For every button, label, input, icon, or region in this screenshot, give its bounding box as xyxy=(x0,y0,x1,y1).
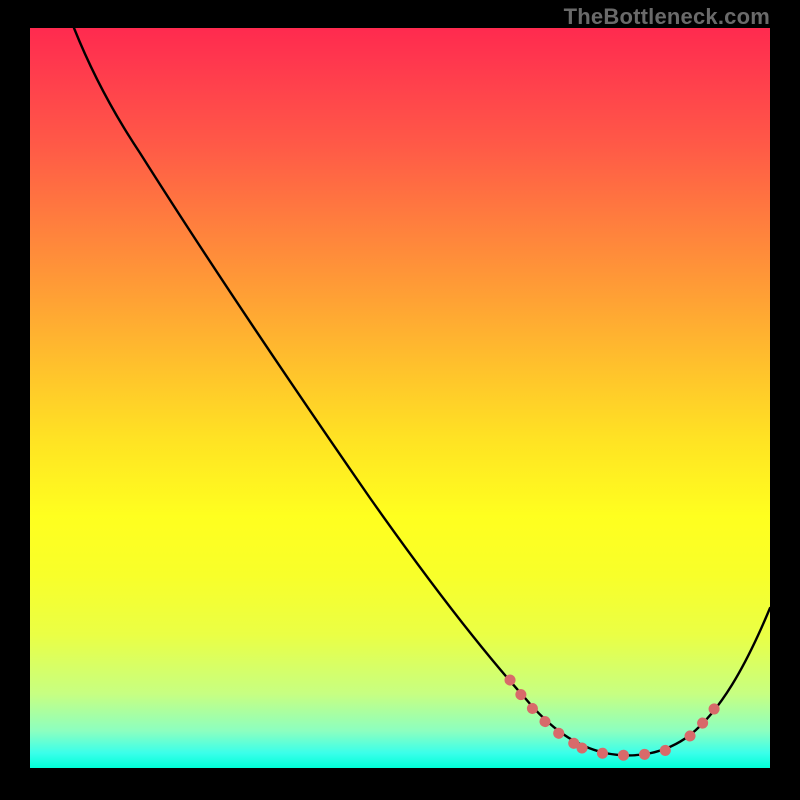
chart-frame: TheBottleneck.com xyxy=(0,0,800,800)
plot-area xyxy=(30,28,770,768)
bottleneck-curve xyxy=(74,28,770,755)
watermark-text: TheBottleneck.com xyxy=(564,4,770,30)
chart-overlay xyxy=(30,28,770,768)
